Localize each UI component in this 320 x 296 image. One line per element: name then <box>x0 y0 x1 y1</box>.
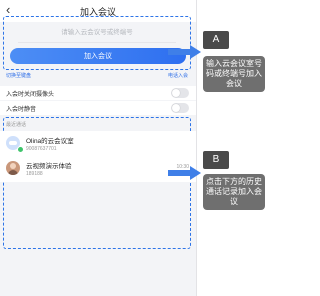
setting-row-mute: 入会时静音 <box>0 101 196 115</box>
annotation-callout-a: 输入云会议室号码或终端号加入会议 <box>203 56 265 92</box>
arrow-right-icon <box>168 45 201 59</box>
toggle-knob <box>172 89 180 97</box>
call-name: 云视频演示体验 <box>26 163 72 170</box>
meeting-number-input[interactable] <box>18 22 176 43</box>
annotation-label-b: B <box>203 151 229 169</box>
mute-toggle[interactable] <box>171 103 189 113</box>
recent-call-item[interactable]: Olina的云会议室 90087637701 <box>0 131 196 157</box>
setting-label: 入会时静音 <box>6 107 37 113</box>
toggle-knob <box>172 104 180 112</box>
annotation-label-a: A <box>203 31 229 49</box>
join-meeting-button[interactable]: 加入会议 <box>10 48 186 64</box>
online-status-icon <box>17 146 24 153</box>
call-name: Olina的云会议室 <box>26 138 74 145</box>
setting-row-camera-off: 入会时关闭摄像头 <box>0 86 196 100</box>
setting-label: 入会时关闭摄像头 <box>6 92 55 98</box>
camera-off-toggle[interactable] <box>171 88 189 98</box>
annotation-callout-b: 点击下方的历史通话记录加入会议 <box>203 174 265 210</box>
person-avatar <box>6 161 20 175</box>
recent-calls-header: 最近通话 <box>6 122 27 128</box>
call-id: 189188 <box>26 171 43 177</box>
arrow-right-icon <box>168 166 201 180</box>
call-id: 90087637701 <box>26 146 57 152</box>
recent-call-item[interactable]: 云视频演示体验 189188 10:30 <box>0 156 196 182</box>
switch-keyboard-link[interactable]: 切换至键盘 <box>6 72 31 79</box>
phone-join-link[interactable]: 电话入会 <box>168 72 188 79</box>
